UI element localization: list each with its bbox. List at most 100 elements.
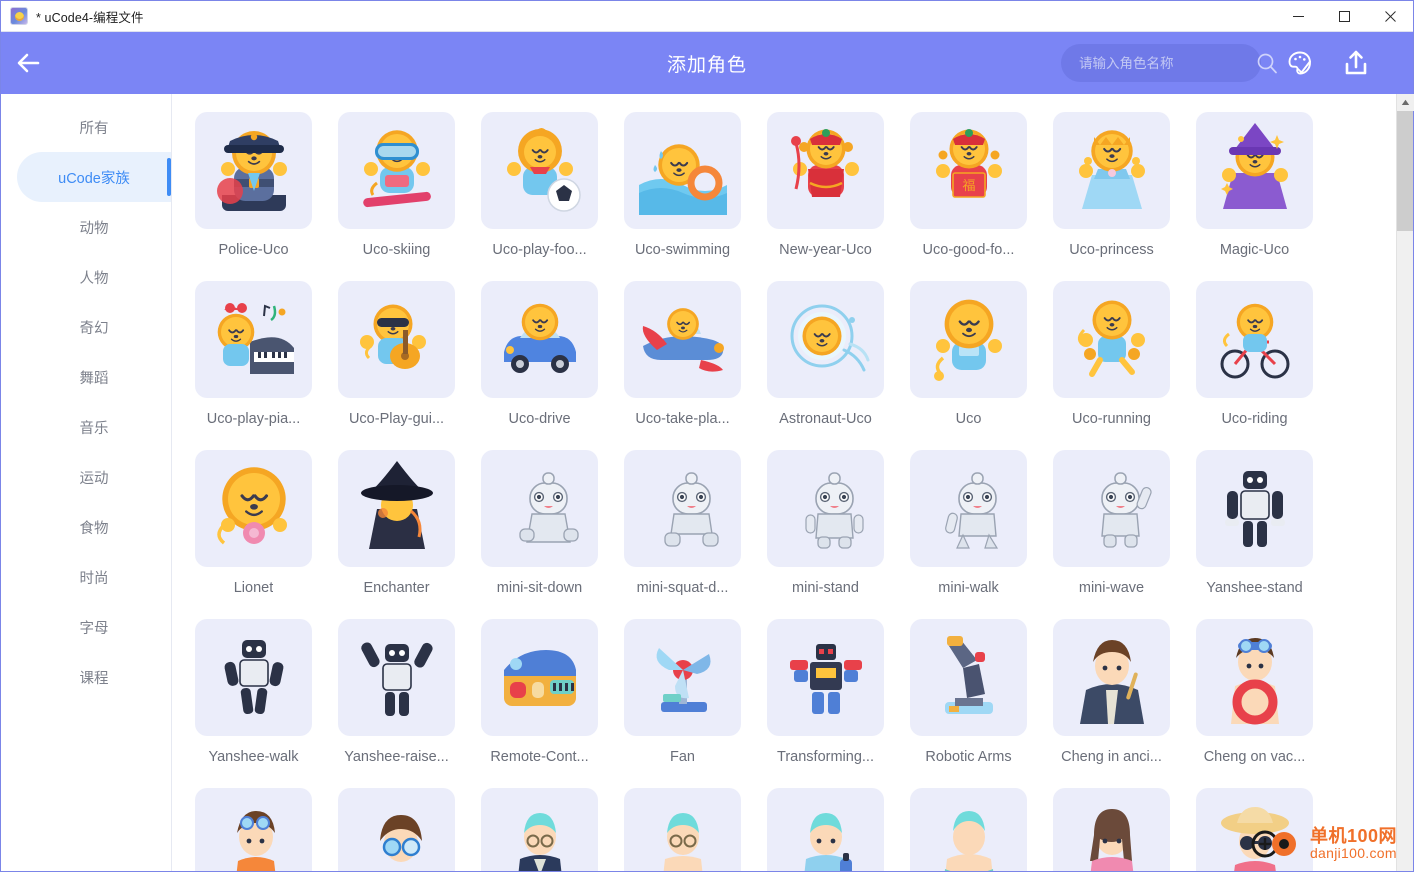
sidebar-item-8[interactable]: 食物 [17,502,171,552]
robot-sit-icon[interactable] [481,450,598,567]
scrollbar-thumb[interactable] [1397,111,1413,231]
lion-bike-icon[interactable] [1196,281,1313,398]
sidebar-item-9[interactable]: 时尚 [17,552,171,602]
sidebar-item-11[interactable]: 课程 [17,652,171,702]
boy-kimono-icon[interactable] [481,788,598,871]
boy-ancient-icon[interactable] [1053,619,1170,736]
boy-towel-icon[interactable] [624,788,741,871]
lion-car-icon[interactable] [481,281,598,398]
character-card[interactable]: Magic-Uco [1183,106,1326,275]
sidebar-item-6[interactable]: 音乐 [17,402,171,452]
character-card[interactable]: Lionet [182,444,325,613]
lion-guitar-icon[interactable] [338,281,455,398]
sidebar-item-7[interactable]: 运动 [17,452,171,502]
sidebar-item-3[interactable]: 人物 [17,252,171,302]
character-card[interactable]: Yanshee-walk [182,613,325,782]
lion-magic-icon[interactable] [1196,112,1313,229]
character-card[interactable] [325,782,468,871]
character-card[interactable]: Cheng in anci... [1040,613,1183,782]
character-card[interactable]: mini-sit-down [468,444,611,613]
lion-piano-icon[interactable] [195,281,312,398]
lion-baby-icon[interactable] [195,450,312,567]
character-card[interactable] [1183,782,1326,871]
character-card[interactable]: Uco-Play-gui... [325,275,468,444]
character-card[interactable]: Uco-running [1040,275,1183,444]
lion-princess-icon[interactable] [1053,112,1170,229]
sidebar-item-0[interactable]: 所有 [17,102,171,152]
character-card[interactable]: Uco-play-foo... [468,106,611,275]
boy-back-icon[interactable] [910,788,1027,871]
character-card[interactable] [1040,782,1183,871]
maximize-icon[interactable] [1321,1,1367,32]
character-card[interactable]: Fan [611,613,754,782]
sidebar-item-10[interactable]: 字母 [17,602,171,652]
boy-vacation-icon[interactable] [1196,619,1313,736]
character-card[interactable] [468,782,611,871]
character-card[interactable]: Uco-drive [468,275,611,444]
character-card[interactable]: Uco-take-pla... [611,275,754,444]
lion-police-icon[interactable] [195,112,312,229]
search-box[interactable] [1061,44,1277,82]
lion-football-icon[interactable] [481,112,598,229]
character-card[interactable]: Yanshee-stand [1183,444,1326,613]
yanshee-stand-icon[interactable] [1196,450,1313,567]
boy-goggles-icon[interactable] [338,788,455,871]
lion-goodfortune-icon[interactable]: 福 [910,112,1027,229]
lion-running-icon[interactable] [1053,281,1170,398]
character-card[interactable]: Astronaut-Uco [754,275,897,444]
lion-newyear-icon[interactable] [767,112,884,229]
minimize-icon[interactable] [1275,1,1321,32]
enchanter-icon[interactable] [338,450,455,567]
character-card[interactable]: Robotic Arms [897,613,1040,782]
back-arrow-icon[interactable] [1,32,57,94]
yanshee-raise-icon[interactable] [338,619,455,736]
character-card[interactable]: Uco [897,275,1040,444]
character-card[interactable]: mini-walk [897,444,1040,613]
character-card[interactable] [182,782,325,871]
character-card[interactable]: Police-Uco [182,106,325,275]
lion-plane-icon[interactable] [624,281,741,398]
close-icon[interactable] [1367,1,1413,32]
robotic-arm-icon[interactable] [910,619,1027,736]
character-card[interactable]: Cheng on vac... [1183,613,1326,782]
search-icon[interactable] [1256,52,1278,74]
character-card[interactable]: mini-squat-d... [611,444,754,613]
character-card[interactable] [754,782,897,871]
robot-squat-icon[interactable] [624,450,741,567]
fan-machine-icon[interactable] [624,619,741,736]
boy-orange-icon[interactable] [195,788,312,871]
upload-icon[interactable] [1339,46,1373,80]
yanshee-walk-icon[interactable] [195,619,312,736]
character-card[interactable]: Uco-swimming [611,106,754,275]
robot-walk-icon[interactable] [910,450,1027,567]
character-card[interactable]: mini-stand [754,444,897,613]
character-card[interactable]: 福 Uco-good-fo... [897,106,1040,275]
robot-wave-icon[interactable] [1053,450,1170,567]
character-card[interactable] [897,782,1040,871]
character-card[interactable]: Enchanter [325,444,468,613]
character-card[interactable]: Uco-princess [1040,106,1183,275]
lion-swim-icon[interactable] [624,112,741,229]
girl-pink-icon[interactable] [1053,788,1170,871]
lion-plain-icon[interactable] [910,281,1027,398]
sidebar-item-2[interactable]: 动物 [17,202,171,252]
lion-astronaut-icon[interactable] [767,281,884,398]
scroll-up-icon[interactable] [1397,94,1414,111]
character-card[interactable]: New-year-Uco [754,106,897,275]
character-card[interactable]: Uco-skiing [325,106,468,275]
sidebar-item-5[interactable]: 舞蹈 [17,352,171,402]
character-card[interactable]: Yanshee-raise... [325,613,468,782]
sidebar-item-1[interactable]: uCode家族 [17,152,171,202]
robot-stand-icon[interactable] [767,450,884,567]
character-card[interactable]: Uco-play-pia... [182,275,325,444]
remote-control-icon[interactable] [481,619,598,736]
palette-icon[interactable] [1283,46,1317,80]
character-card[interactable]: Uco-riding [1183,275,1326,444]
transforming-robot-icon[interactable] [767,619,884,736]
lion-ski-icon[interactable] [338,112,455,229]
character-card[interactable]: Transforming... [754,613,897,782]
girl-hat-icon[interactable] [1196,788,1313,871]
character-card[interactable]: mini-wave [1040,444,1183,613]
boy-bottle-icon[interactable] [767,788,884,871]
character-card[interactable] [611,782,754,871]
